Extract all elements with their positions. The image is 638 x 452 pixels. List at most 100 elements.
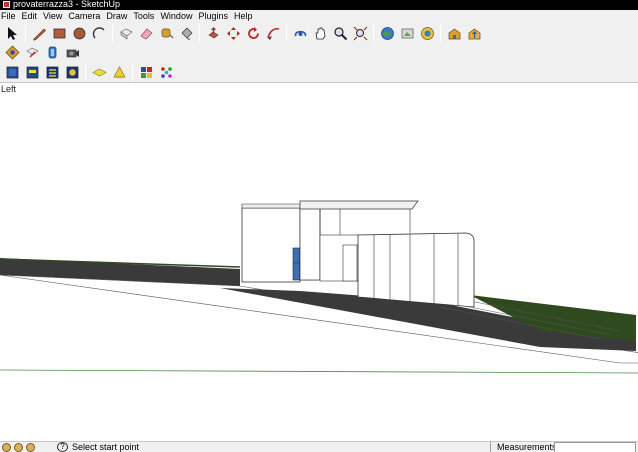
rotate-tool-button[interactable]: [244, 24, 262, 42]
secondary-toolbar: [0, 42, 82, 62]
user-icon[interactable]: [26, 443, 35, 452]
pan-tool-button[interactable]: [311, 24, 329, 42]
arc-tool-button[interactable]: [90, 24, 108, 42]
follow-me-icon: [266, 27, 279, 40]
camera-position-button[interactable]: [63, 43, 81, 61]
follow-me-button[interactable]: [264, 24, 282, 42]
model-viewport[interactable]: Left: [0, 83, 638, 441]
style-xray-button[interactable]: [3, 63, 21, 81]
get-current-view-button[interactable]: [398, 24, 416, 42]
magnifier-icon: [333, 26, 347, 40]
arc-icon: [92, 26, 105, 38]
make-component-button[interactable]: [117, 24, 135, 42]
eraser-icon: [139, 28, 153, 39]
camera-icon: [66, 49, 79, 57]
style-shaded-button[interactable]: [63, 63, 81, 81]
zoom-extents-button[interactable]: [351, 24, 369, 42]
get-models-button[interactable]: [445, 24, 463, 42]
color-dots-button[interactable]: [157, 63, 175, 81]
move-tool-button[interactable]: [224, 24, 242, 42]
geo-location-icon[interactable]: [2, 443, 11, 452]
share-model-button[interactable]: [465, 24, 483, 42]
shadow-cone-icon: [112, 65, 126, 78]
push-pull-icon: [207, 26, 219, 38]
get-view-icon: [401, 28, 413, 38]
shadows-button[interactable]: [110, 63, 128, 81]
zoom-tool-button[interactable]: [331, 24, 349, 42]
menu-file[interactable]: File: [0, 10, 21, 22]
menu-view[interactable]: View: [42, 10, 67, 22]
eraser-tool-button[interactable]: [137, 24, 155, 42]
material-palette-button[interactable]: [137, 63, 155, 81]
orbit-icon: [294, 30, 306, 37]
toolbar-separator: [373, 24, 374, 42]
building-left-roof-edge: [241, 203, 301, 209]
toolbar-separator: [85, 63, 86, 81]
line-tool-button[interactable]: [30, 24, 48, 42]
toolbar-separator: [199, 24, 200, 42]
toolbar-area: [0, 22, 638, 83]
status-icons-group: [2, 443, 38, 452]
model-scene: [0, 200, 638, 374]
paint-bucket-button[interactable]: [177, 24, 195, 42]
back-edges-icon: [26, 66, 38, 78]
building-door: [342, 244, 358, 282]
pencil-icon: [32, 28, 46, 40]
menu-window[interactable]: Window: [159, 10, 197, 22]
sandbox-tool-button[interactable]: [23, 43, 41, 61]
menu-edit[interactable]: Edit: [21, 10, 43, 22]
credits-icon[interactable]: [14, 443, 23, 452]
rectangle-tool-button[interactable]: [50, 24, 68, 42]
menu-bar: File Edit View Camera Draw Tools Window …: [0, 10, 638, 22]
status-bar: ? Select start point Measurements: [0, 441, 638, 452]
horizon-line: [0, 369, 638, 374]
toggle-terrain-button[interactable]: [418, 24, 436, 42]
hidden-line-icon: [46, 66, 58, 78]
orbit-tool-button[interactable]: [291, 24, 309, 42]
measurements-label: Measurements: [497, 442, 557, 452]
status-divider: [490, 442, 491, 452]
menu-draw[interactable]: Draw: [105, 10, 132, 22]
building-left-block: [241, 207, 301, 283]
color-blocks-icon: [140, 66, 152, 78]
shaded-icon: [66, 66, 78, 78]
circle-icon: [73, 27, 85, 39]
section-plane-icon: [48, 46, 56, 58]
toolbar-separator: [132, 63, 133, 81]
toolbar-separator: [25, 24, 26, 42]
push-pull-button[interactable]: [204, 24, 222, 42]
tape-measure-icon: [161, 28, 173, 38]
measurements-input[interactable]: [554, 442, 636, 452]
menu-plugins[interactable]: Plugins: [197, 10, 233, 22]
section-plane-button[interactable]: [43, 43, 61, 61]
help-question-icon[interactable]: ?: [57, 442, 68, 452]
sketchup-app-icon: [3, 1, 10, 8]
layer-visibility-button[interactable]: [90, 63, 108, 81]
warehouse-icon: [448, 28, 460, 39]
style-back-edges-button[interactable]: [23, 63, 41, 81]
hand-icon: [315, 27, 325, 39]
menu-help[interactable]: Help: [233, 10, 258, 22]
circle-tool-button[interactable]: [70, 24, 88, 42]
tape-measure-button[interactable]: [157, 24, 175, 42]
component-icon: [119, 28, 133, 40]
menu-tools[interactable]: Tools: [132, 10, 159, 22]
zoom-extents-icon: [353, 26, 367, 40]
menu-camera[interactable]: Camera: [67, 10, 105, 22]
status-hint: Select start point: [72, 442, 140, 452]
large-toolset-toolbar: [0, 23, 484, 43]
sandbox-icon: [25, 47, 39, 57]
style-hidden-line-button[interactable]: [43, 63, 61, 81]
google-earth-view-button[interactable]: [378, 24, 396, 42]
rotate-icon: [247, 26, 259, 39]
color-dots-icon: [160, 66, 172, 78]
select-tool-button[interactable]: [3, 24, 21, 42]
add-location-button[interactable]: [3, 43, 21, 61]
toolbar-separator: [440, 24, 441, 42]
terrain-globe-icon: [420, 26, 434, 40]
globe-icon: [380, 26, 394, 40]
window-title: provaterrazza3 - SketchUp: [13, 0, 121, 9]
view-name-label: Left: [1, 84, 17, 94]
building-right-block: [357, 232, 475, 308]
location-diamond-icon: [5, 45, 19, 59]
